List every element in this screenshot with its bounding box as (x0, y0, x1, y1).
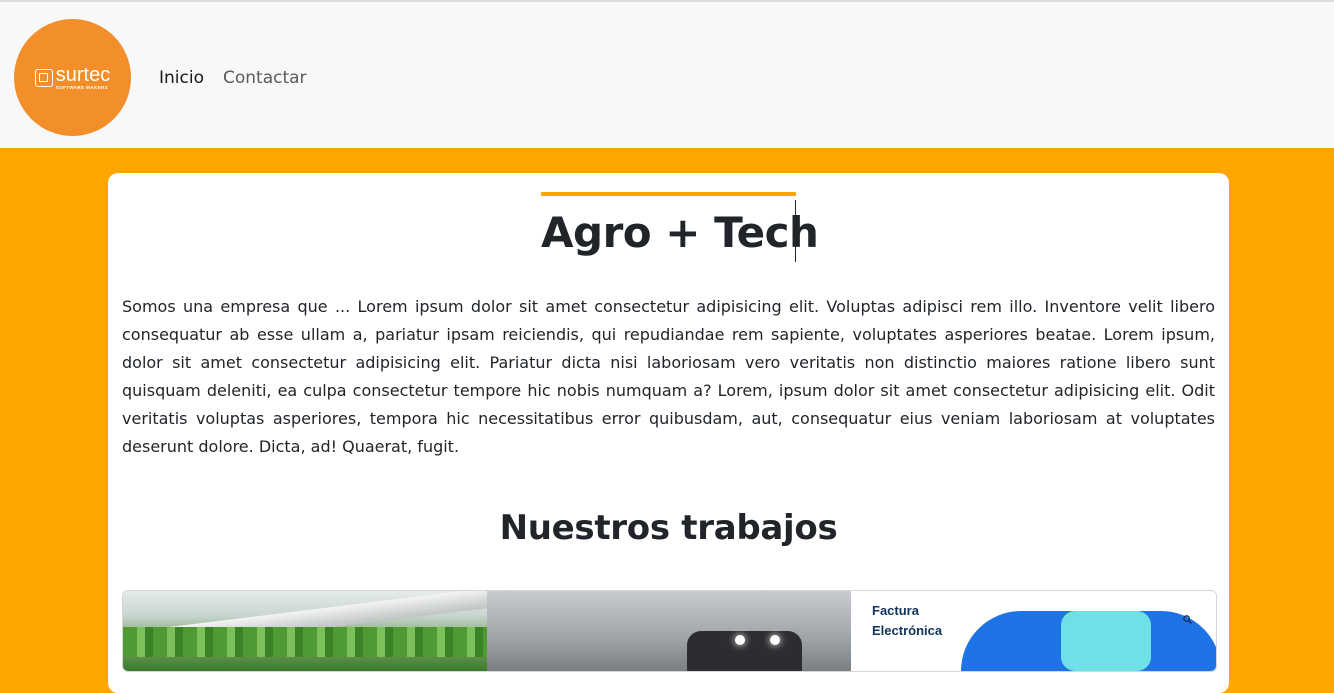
illustration-cyan (1061, 611, 1151, 671)
work-image-factura[interactable]: Factura Electrónica (851, 591, 1216, 671)
content-card: Agro + Tech Somos una empresa que ... Lo… (108, 173, 1229, 693)
logo-name: surtec (55, 63, 111, 86)
chip-icon (34, 68, 53, 87)
logo-mark: surtec SOFTWARE MAKERS (34, 65, 110, 91)
robot-light (770, 635, 780, 645)
text-cursor (795, 200, 796, 262)
factura-caption: Factura Electrónica (872, 601, 942, 641)
surtec-logo[interactable]: surtec SOFTWARE MAKERS (14, 19, 131, 136)
work-image-hydroponic[interactable] (123, 591, 487, 671)
plants-shape (123, 627, 487, 657)
robot-light (735, 635, 745, 645)
search-icon[interactable] (1183, 615, 1192, 624)
factura-caption-line2: Electrónica (872, 623, 943, 638)
title-block: Agro + Tech (541, 192, 819, 263)
factura-caption-line1: Factura (872, 603, 919, 618)
company-description: Somos una empresa que ... Lorem ipsum do… (122, 297, 1215, 456)
nav-contactar[interactable]: Contactar (223, 68, 307, 88)
works-gallery: Factura Electrónica (122, 590, 1217, 672)
logo-text: surtec SOFTWARE MAKERS (56, 65, 110, 91)
nav-inicio[interactable]: Inicio (159, 68, 204, 88)
main-nav: Inicio Contactar (159, 68, 307, 88)
header: surtec SOFTWARE MAKERS Inicio Contactar (0, 0, 1334, 148)
logo-tagline: SOFTWARE MAKERS (55, 84, 109, 90)
page-title: Agro + Tech (541, 208, 819, 257)
work-image-robot[interactable] (487, 591, 851, 671)
works-heading: Nuestros trabajos (499, 508, 838, 548)
